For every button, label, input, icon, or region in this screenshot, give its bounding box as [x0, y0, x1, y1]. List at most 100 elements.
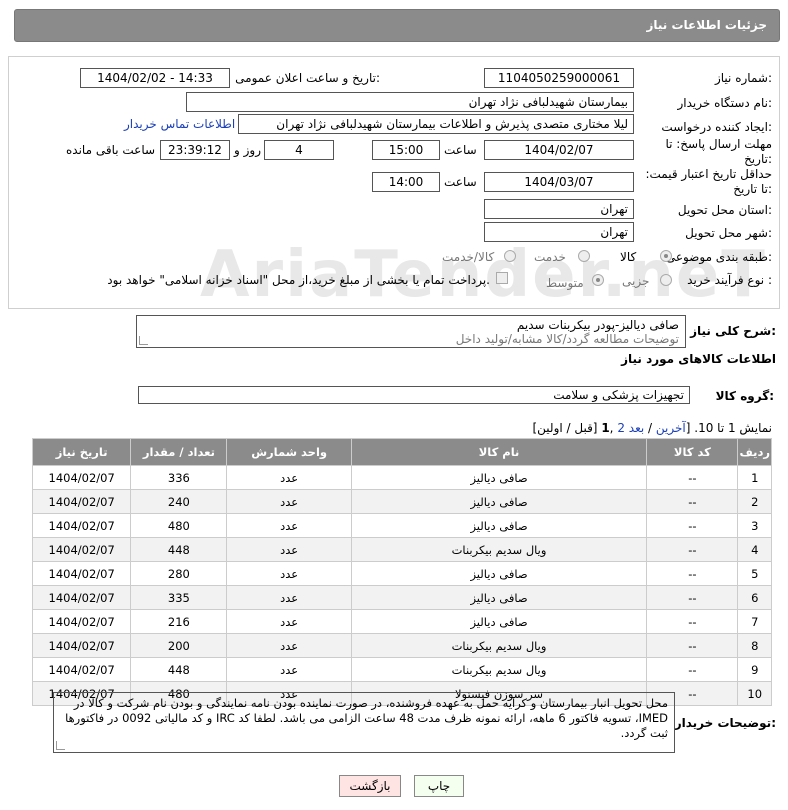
col-unit-header: واحد شمارش [226, 438, 352, 466]
category-goods-radio[interactable] [660, 250, 672, 262]
province-field[interactable]: تهران [484, 199, 634, 219]
back-button[interactable]: بازگشت [339, 775, 401, 797]
deadline-date-field[interactable]: 1404/02/07 [484, 140, 634, 160]
pagination-page-1: 1 [601, 421, 610, 435]
category-goods-service-radio[interactable] [504, 250, 516, 262]
print-button[interactable]: چاپ [414, 775, 464, 797]
category-goods-label: کالا [620, 250, 637, 264]
goods-group-field[interactable]: تجهیزات پزشکی و سلامت [138, 386, 690, 404]
city-field[interactable]: تهران [484, 222, 634, 242]
table-row: 4 -- ویال سدیم بیکربنات عدد 448 1404/02/07 [31, 537, 772, 562]
cell-unit: عدد [226, 633, 352, 658]
cell-row-number: 5 [737, 561, 772, 586]
cell-item-name: صافی دیالیز [350, 585, 648, 610]
cell-unit: عدد [226, 513, 352, 538]
cell-row-number: 6 [737, 585, 772, 610]
cell-row-number: 8 [737, 633, 772, 658]
cell-quantity: 448 [130, 537, 228, 562]
cell-item-code: -- [646, 465, 739, 490]
description-textarea[interactable]: صافی دیالیز-پودر بیکربنات سدیم توضیحات م… [136, 315, 686, 348]
requester-field[interactable]: لیلا مختاری متصدی پذیرش و اطلاعات بیمارس… [238, 114, 634, 134]
cell-quantity: 200 [130, 633, 228, 658]
requester-label: ایجاد کننده درخواست: [661, 120, 772, 134]
col-row-header: ردیف [737, 438, 772, 466]
category-label: طبقه بندی موضوعی: [665, 250, 772, 264]
process-label: نوع فرآیند خرید : [687, 273, 772, 287]
cell-need-date: 1404/02/07 [31, 489, 132, 514]
table-row: 7 -- صافی دیالیز عدد 216 1404/02/07 [31, 609, 772, 634]
process-medium-radio[interactable] [592, 274, 604, 286]
goods-group-label: گروه کالا: [715, 389, 774, 403]
cell-item-code: -- [646, 633, 739, 658]
announce-label: تاریخ و ساعت اعلان عمومی: [235, 71, 380, 85]
process-minor-label: جزیی [622, 274, 650, 288]
cell-row-number: 7 [737, 609, 772, 634]
deadline-time-field[interactable]: 15:00 [372, 140, 440, 160]
price-date-field[interactable]: 1404/03/07 [484, 172, 634, 192]
province-label: استان محل تحویل: [677, 203, 772, 217]
cell-item-code: -- [646, 657, 739, 682]
category-service-label: خدمت [534, 250, 566, 264]
table-row: 1 -- صافی دیالیز عدد 336 1404/02/07 [31, 465, 772, 490]
table-row: 2 -- صافی دیالیز عدد 240 1404/02/07 [31, 489, 772, 514]
resize-handle-icon[interactable] [56, 741, 65, 750]
buyer-org-field[interactable]: بیمارستان شهیدلبافی نژاد تهران [186, 92, 634, 112]
need-number-field[interactable]: 1104050259000061 [484, 68, 634, 88]
cell-unit: عدد [226, 561, 352, 586]
cell-need-date: 1404/02/07 [31, 465, 132, 490]
payment-checkbox[interactable] [496, 272, 508, 284]
announce-field[interactable]: 1404/02/02 - 14:33 [80, 68, 230, 88]
cell-unit: عدد [226, 609, 352, 634]
cell-item-code: -- [646, 537, 739, 562]
pagination-next-link[interactable]: بعد [629, 421, 644, 435]
cell-item-name: صافی دیالیز [350, 465, 648, 490]
cell-quantity: 240 [130, 489, 228, 514]
pagination: نمایش 1 تا 10. [آخرین / بعد 2 ,1 [قبل / … [532, 421, 772, 435]
cell-row-number: 3 [737, 513, 772, 538]
cell-need-date: 1404/02/07 [31, 633, 132, 658]
table-row: 9 -- ویال سدیم بیکربنات عدد 448 1404/02/07 [31, 657, 772, 682]
cell-need-date: 1404/02/07 [31, 585, 132, 610]
pagination-page-2[interactable]: 2 [617, 421, 625, 435]
category-service-radio[interactable] [578, 250, 590, 262]
description-label: شرح کلی نیاز: [690, 324, 776, 338]
pagination-prefix: نمایش 1 تا 10. [ [685, 421, 772, 435]
price-time-field[interactable]: 14:00 [372, 172, 440, 192]
buyer-notes-label: توضیحات خریدار: [674, 716, 776, 730]
city-label: شهر محل تحویل: [685, 226, 772, 240]
cell-item-code: -- [646, 609, 739, 634]
cell-item-name: صافی دیالیز [350, 609, 648, 634]
pagination-last-link[interactable]: آخرین [656, 421, 686, 435]
contact-info-link[interactable]: اطلاعات تماس خریدار [124, 117, 235, 131]
cell-quantity: 336 [130, 465, 228, 490]
cell-row-number: 2 [737, 489, 772, 514]
cell-item-name: صافی دیالیز [350, 561, 648, 586]
cell-row-number: 9 [737, 657, 772, 682]
cell-item-code: -- [646, 561, 739, 586]
cell-quantity: 480 [130, 513, 228, 538]
goods-section-title: اطلاعات کالاهای مورد نیاز [621, 352, 776, 366]
cell-unit: عدد [226, 489, 352, 514]
cell-item-code: -- [646, 585, 739, 610]
deadline-label: مهلت ارسال پاسخ: تا تاریخ: [665, 137, 772, 166]
page-header: جزئیات اطلاعات نیاز [14, 9, 780, 42]
process-minor-radio[interactable] [660, 274, 672, 286]
table-row: 8 -- ویال سدیم بیکربنات عدد 200 1404/02/07 [31, 633, 772, 658]
remaining-field[interactable]: 23:39:12 [160, 140, 230, 160]
deadline-time-label: ساعت [444, 143, 477, 157]
cell-item-code: -- [646, 513, 739, 538]
cell-quantity: 448 [130, 657, 228, 682]
remaining-label: ساعت باقی مانده [66, 143, 156, 157]
goods-table: ردیف کد کالا نام کالا واحد شمارش تعداد /… [31, 438, 772, 706]
cell-unit: عدد [226, 537, 352, 562]
cell-need-date: 1404/02/07 [31, 537, 132, 562]
pagination-sep-1: / [644, 421, 656, 435]
cell-row-number: 10 [737, 681, 772, 706]
cell-unit: عدد [226, 657, 352, 682]
resize-handle-icon[interactable] [139, 336, 148, 345]
days-field[interactable]: 4 [264, 140, 334, 160]
buyer-notes-textarea[interactable]: محل تحویل انبار بیمارستان و کرایه حمل به… [53, 692, 675, 753]
cell-need-date: 1404/02/07 [31, 609, 132, 634]
cell-item-name: ویال سدیم بیکربنات [350, 537, 648, 562]
cell-need-date: 1404/02/07 [31, 561, 132, 586]
